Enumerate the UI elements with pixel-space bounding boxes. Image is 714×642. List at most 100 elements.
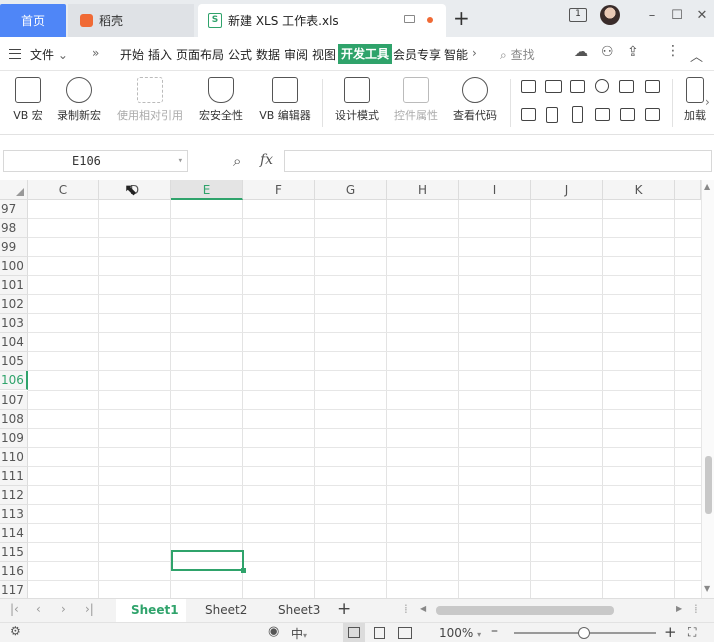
listbox-control-icon[interactable] <box>619 80 634 93</box>
row-header-97[interactable]: 97 <box>0 200 28 219</box>
row-header-103[interactable]: 103 <box>0 314 28 334</box>
page-break-view-icon[interactable] <box>398 627 412 639</box>
horizontal-scroll-thumb[interactable] <box>436 606 614 615</box>
menu-view[interactable]: 视图 <box>312 46 336 64</box>
monitor-icon[interactable] <box>404 15 415 23</box>
column-header-e[interactable]: E <box>171 180 243 200</box>
image-control-icon[interactable] <box>620 108 635 121</box>
checkbox-control-icon[interactable] <box>521 80 536 93</box>
row-header-108[interactable]: 108 <box>0 409 28 429</box>
sheet-tab-2[interactable]: Sheet2 <box>205 603 247 617</box>
menu-developer[interactable]: 开发工具 <box>338 44 393 64</box>
first-sheet-icon[interactable]: |‹ <box>10 602 19 616</box>
zoom-search-icon[interactable]: ⌕ <box>233 152 241 170</box>
normal-view-icon[interactable] <box>343 623 365 642</box>
row-header-114[interactable]: 114 <box>0 523 28 543</box>
menu-formulas[interactable]: 公式 <box>228 46 252 64</box>
hscroll-left-icon[interactable]: ◀ <box>420 604 426 613</box>
expand-menu-icon[interactable]: » <box>92 46 99 64</box>
row-header-105[interactable]: 105 <box>0 352 28 372</box>
zoom-out-icon[interactable]: – <box>491 623 498 639</box>
textbox-control-icon[interactable] <box>545 80 562 93</box>
menu-file[interactable]: 文件 ⌄ <box>30 46 68 64</box>
zoom-level[interactable]: 100% ▾ <box>439 626 481 640</box>
sheet-tab-3[interactable]: Sheet3 <box>278 603 320 617</box>
row-header-104[interactable]: 104 <box>0 333 28 353</box>
menu-scroll-right-icon[interactable]: › <box>472 46 477 64</box>
row-header-111[interactable]: 111 <box>0 466 28 486</box>
new-tab-button[interactable]: + <box>453 6 470 30</box>
vb-macro-button[interactable]: VB 宏 <box>8 77 48 123</box>
row-header-113[interactable]: 113 <box>0 504 28 524</box>
add-sheet-button[interactable]: + <box>337 599 351 619</box>
input-mode[interactable]: 中▾ <box>291 625 307 642</box>
macro-status-icon[interactable]: ⚙ <box>10 624 21 638</box>
radio-control-icon[interactable] <box>595 79 609 93</box>
page-layout-view-icon[interactable] <box>374 627 385 639</box>
row-header-101[interactable]: 101 <box>0 276 28 296</box>
hscroll-right-icon[interactable]: ▶ <box>676 604 682 613</box>
selected-cell[interactable] <box>171 550 246 573</box>
ribbon-scroll-right-icon[interactable]: › <box>705 95 710 109</box>
row-header-112[interactable]: 112 <box>0 485 28 505</box>
minimize-icon[interactable]: – <box>643 7 661 25</box>
column-header-f[interactable]: F <box>243 180 315 200</box>
scroll-thumb[interactable] <box>705 456 712 514</box>
share-icon[interactable]: ⇪ <box>627 44 639 62</box>
eye-protection-icon[interactable]: ◉ <box>268 624 279 639</box>
column-header-j[interactable]: J <box>531 180 603 200</box>
sheet-tab-1[interactable]: Sheet1 <box>131 603 179 617</box>
window-layout-icon[interactable]: 1 <box>569 8 587 22</box>
column-header-c[interactable]: C <box>28 180 99 200</box>
relative-reference-button[interactable]: 使用相对引用 <box>112 77 188 123</box>
zoom-in-icon[interactable]: + <box>664 623 677 641</box>
formula-input[interactable] <box>284 150 712 172</box>
addin-button[interactable]: 加载 <box>683 77 707 123</box>
menu-insert[interactable]: 插入 <box>148 46 172 64</box>
design-mode-button[interactable]: 设计模式 <box>331 77 383 123</box>
control-properties-button[interactable]: 控件属性 <box>390 77 442 123</box>
row-header-100[interactable]: 100 <box>0 257 28 277</box>
label-control-icon[interactable] <box>570 80 585 93</box>
avatar[interactable] <box>600 5 620 25</box>
hamburger-icon[interactable] <box>9 49 21 59</box>
column-header-h[interactable]: H <box>387 180 459 200</box>
row-header-99[interactable]: 99 <box>0 238 28 258</box>
macro-security-button[interactable]: 宏安全性 <box>196 77 246 123</box>
menu-smart[interactable]: 智能 <box>444 46 468 64</box>
scrollbar-control-icon[interactable] <box>572 106 583 123</box>
row-header-106[interactable]: 106 <box>0 371 28 391</box>
maximize-icon[interactable]: ☐ <box>668 7 686 25</box>
zoom-slider[interactable] <box>514 627 656 639</box>
tab-home[interactable]: 首页 <box>0 4 66 37</box>
row-header-116[interactable]: 116 <box>0 561 28 581</box>
column-header-k[interactable]: K <box>603 180 675 200</box>
record-macro-button[interactable]: 录制新宏 <box>53 77 105 123</box>
column-header-i[interactable]: I <box>459 180 531 200</box>
close-icon[interactable]: ✕ <box>693 7 711 25</box>
next-sheet-icon[interactable]: › <box>61 602 66 616</box>
spin-control-icon[interactable] <box>546 107 558 123</box>
row-header-107[interactable]: 107 <box>0 390 28 410</box>
row-header-98[interactable]: 98 <box>0 219 28 239</box>
menu-member[interactable]: 会员专享 <box>393 46 441 64</box>
spreadsheet-grid[interactable]: CDEFGHIJK 97 98 99 100 101 102 103 104 105 106 107… <box>0 180 701 598</box>
menu-page-layout[interactable]: 页面布局 <box>176 46 224 64</box>
scroll-down-icon[interactable]: ▼ <box>704 584 710 593</box>
row-header-115[interactable]: 115 <box>0 542 28 562</box>
chevron-down-icon[interactable]: ▾ <box>178 151 183 171</box>
more-options-icon[interactable]: ⋮ <box>666 43 680 61</box>
fullscreen-icon[interactable]: ⛶ <box>688 625 696 640</box>
combobox-control-icon[interactable] <box>645 80 660 93</box>
select-all-corner[interactable] <box>0 180 28 200</box>
view-code-button[interactable]: 查看代码 <box>449 77 501 123</box>
zoom-slider-thumb[interactable] <box>578 627 590 639</box>
tab-daoke[interactable]: 稻壳 <box>68 4 194 37</box>
row-header-117[interactable]: 117 <box>0 581 28 598</box>
vertical-scrollbar[interactable]: ▲ ▼ <box>701 180 714 598</box>
column-header-partial[interactable] <box>675 180 701 200</box>
row-header-102[interactable]: 102 <box>0 295 28 315</box>
sheet-splitter-right[interactable]: ⁞ <box>694 602 698 616</box>
image-label-control-icon[interactable] <box>595 108 610 121</box>
row-header-109[interactable]: 109 <box>0 428 28 448</box>
